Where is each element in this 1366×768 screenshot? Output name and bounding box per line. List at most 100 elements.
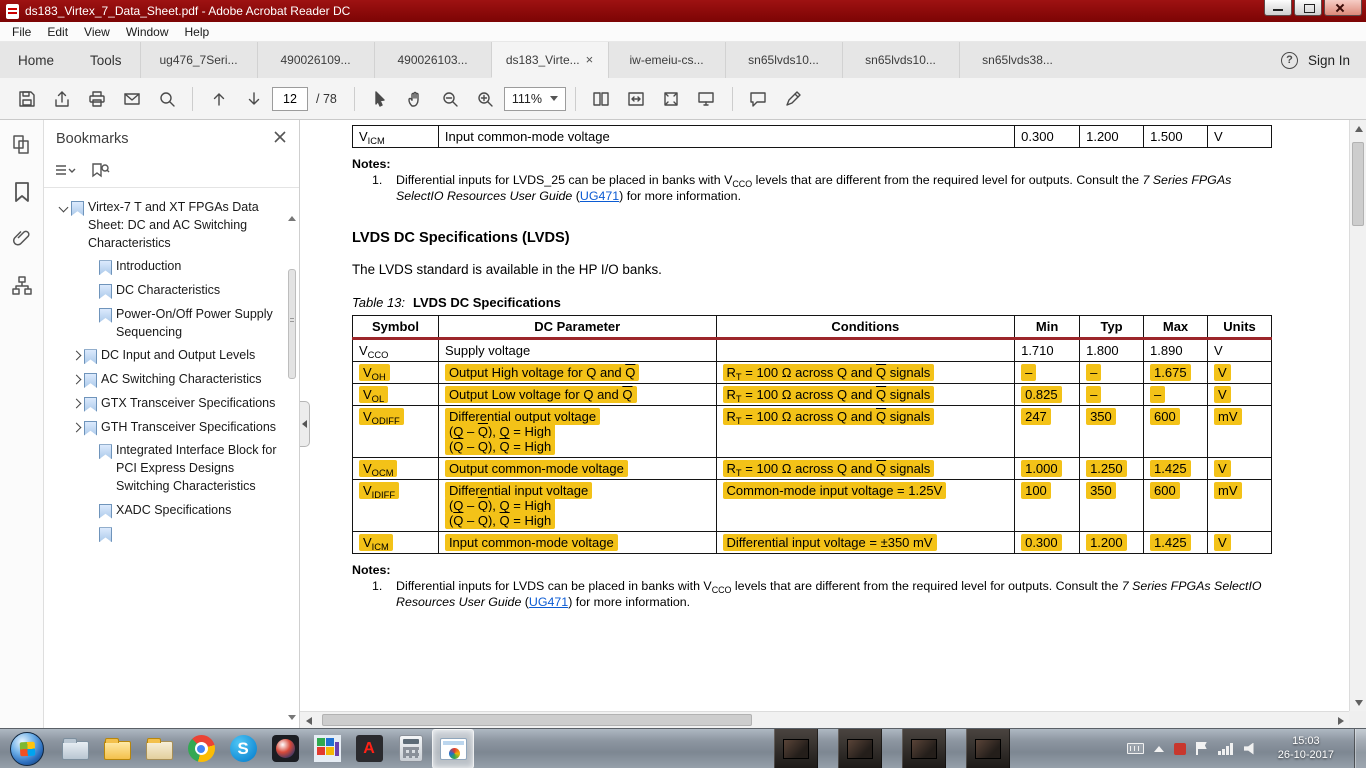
vertical-scrollbar[interactable]	[1349, 120, 1366, 711]
hand-tool-button[interactable]	[399, 84, 432, 114]
taskbar-snipping-button[interactable]	[432, 728, 474, 768]
bookmark-item[interactable]: DC Characteristics	[44, 279, 285, 303]
bookmark-item-partial[interactable]	[44, 522, 285, 545]
chevron-right-icon[interactable]	[71, 398, 82, 409]
share-button[interactable]	[45, 84, 78, 114]
bookmarks-panel-button[interactable]	[11, 181, 33, 208]
zoom-in-button[interactable]	[469, 84, 502, 114]
action-center-flag-icon[interactable]	[1195, 742, 1208, 755]
taskbar-open-window-button[interactable]	[966, 728, 1010, 768]
bookmark-item[interactable]: GTX Transceiver Specifications	[44, 392, 285, 416]
tab-home[interactable]: Home	[0, 42, 72, 78]
taskbar-explorer-button[interactable]	[54, 729, 96, 768]
doc-tab[interactable]: ug476_7Seri...	[139, 42, 257, 78]
email-button[interactable]	[115, 84, 148, 114]
taskbar-chart-app-button[interactable]	[306, 729, 348, 768]
close-button[interactable]	[1324, 0, 1362, 16]
bookmark-item[interactable]: XADC Specifications	[44, 499, 285, 523]
scroll-up-button[interactable]	[1350, 120, 1366, 137]
network-icon[interactable]	[1217, 742, 1234, 755]
scroll-left-button[interactable]	[300, 712, 317, 728]
next-page-button[interactable]	[237, 84, 270, 114]
doc-tab[interactable]: iw-emeiu-cs...	[607, 42, 725, 78]
close-panel-button[interactable]	[273, 130, 287, 149]
page-number-input[interactable]	[272, 86, 308, 111]
chevron-right-icon[interactable]	[71, 422, 82, 432]
bookmark-item[interactable]: Virtex-7 T and XT FPGAs Data Sheet: DC a…	[44, 196, 285, 255]
taskbar-open-window-button[interactable]	[838, 728, 882, 768]
doc-tab[interactable]: sn65lvds10...	[841, 42, 959, 78]
zoom-out-button[interactable]	[434, 84, 467, 114]
tab-tools[interactable]: Tools	[72, 42, 140, 78]
scroll-down-icon[interactable]	[288, 715, 296, 720]
save-button[interactable]	[10, 84, 43, 114]
doc-tab[interactable]: 490026103...	[373, 42, 491, 78]
scrollbar-thumb[interactable]	[1352, 142, 1364, 226]
two-page-view-button[interactable]	[585, 84, 618, 114]
select-tool-button[interactable]	[364, 84, 397, 114]
taskbar-calculator-button[interactable]	[390, 729, 432, 768]
collapse-panel-button[interactable]	[300, 401, 310, 447]
taskbar-open-window-button[interactable]	[902, 728, 946, 768]
scroll-up-icon[interactable]	[288, 216, 296, 221]
restore-button[interactable]	[1294, 0, 1322, 16]
start-button[interactable]	[7, 729, 47, 768]
tray-adobe-icon[interactable]	[1173, 742, 1186, 755]
scroll-right-button[interactable]	[1332, 712, 1349, 728]
horizontal-scrollbar[interactable]	[300, 711, 1349, 728]
page-thumbnails-button[interactable]	[11, 134, 33, 161]
volume-icon[interactable]	[1243, 742, 1254, 755]
fit-page-button[interactable]	[655, 84, 688, 114]
taskbar-documents-button[interactable]	[138, 729, 180, 768]
menu-help[interactable]: Help	[177, 23, 218, 41]
fit-width-button[interactable]	[620, 84, 653, 114]
table-cell: 350	[1079, 479, 1145, 532]
scroll-down-button[interactable]	[1350, 694, 1366, 711]
bookmark-item[interactable]: GTH Transceiver Specifications	[44, 416, 285, 440]
taskbar-acrobat-button[interactable]: A	[348, 729, 390, 768]
bookmark-options-button[interactable]	[54, 163, 76, 182]
doc-tab[interactable]: sn65lvds38...	[958, 42, 1076, 78]
menu-view[interactable]: View	[76, 23, 118, 41]
touch-keyboard-icon[interactable]	[1126, 743, 1144, 754]
bookmarks-scrollbar[interactable]	[286, 216, 298, 720]
show-hidden-icons-button[interactable]	[1153, 745, 1164, 752]
previous-page-button[interactable]	[202, 84, 235, 114]
minimize-button[interactable]	[1264, 0, 1292, 16]
scrollbar-thumb[interactable]	[322, 714, 752, 726]
menu-edit[interactable]: Edit	[39, 23, 76, 41]
taskbar-chrome-button[interactable]	[180, 729, 222, 768]
menu-window[interactable]: Window	[118, 23, 177, 41]
bookmark-item[interactable]: Introduction	[44, 255, 285, 279]
clock[interactable]: 15:03 26-10-2017	[1268, 735, 1344, 762]
taskbar-media-button[interactable]	[264, 729, 306, 768]
chevron-right-icon[interactable]	[71, 350, 82, 361]
bookmark-item[interactable]: Integrated Interface Block for PCI Expre…	[44, 439, 285, 498]
search-button[interactable]	[150, 84, 183, 114]
zoom-level-select[interactable]: 111%	[503, 86, 566, 111]
close-tab-icon[interactable]: ×	[586, 52, 594, 67]
taskbar-open-window-button[interactable]	[774, 728, 818, 768]
menu-file[interactable]: File	[4, 23, 39, 41]
highlight-button[interactable]	[777, 84, 810, 114]
bookmark-item[interactable]: DC Input and Output Levels	[44, 344, 285, 368]
print-button[interactable]	[80, 84, 113, 114]
find-current-bookmark-button[interactable]	[90, 162, 110, 183]
scrollbar-thumb[interactable]	[288, 269, 296, 379]
comment-button[interactable]	[742, 84, 775, 114]
doc-tab[interactable]: sn65lvds10...	[724, 42, 842, 78]
sign-in-button[interactable]: Sign In	[1308, 53, 1350, 68]
chevron-right-icon[interactable]	[71, 374, 82, 385]
taskbar-skype-button[interactable]: S	[222, 729, 264, 768]
show-desktop-button[interactable]	[1354, 728, 1366, 768]
help-icon[interactable]: ?	[1280, 51, 1298, 69]
bookmark-item[interactable]: Power-On/Off Power Supply Sequencing	[44, 303, 285, 345]
doc-tab[interactable]: 490026109...	[256, 42, 374, 78]
chevron-down-icon[interactable]	[58, 202, 69, 213]
layers-button[interactable]	[11, 275, 33, 302]
bookmark-item[interactable]: AC Switching Characteristics	[44, 368, 285, 392]
taskbar-folder-button[interactable]	[96, 729, 138, 768]
presentation-mode-button[interactable]	[690, 84, 723, 114]
doc-tab-active[interactable]: ds183_Virte... ×	[490, 42, 608, 78]
attachments-button[interactable]	[11, 228, 33, 255]
